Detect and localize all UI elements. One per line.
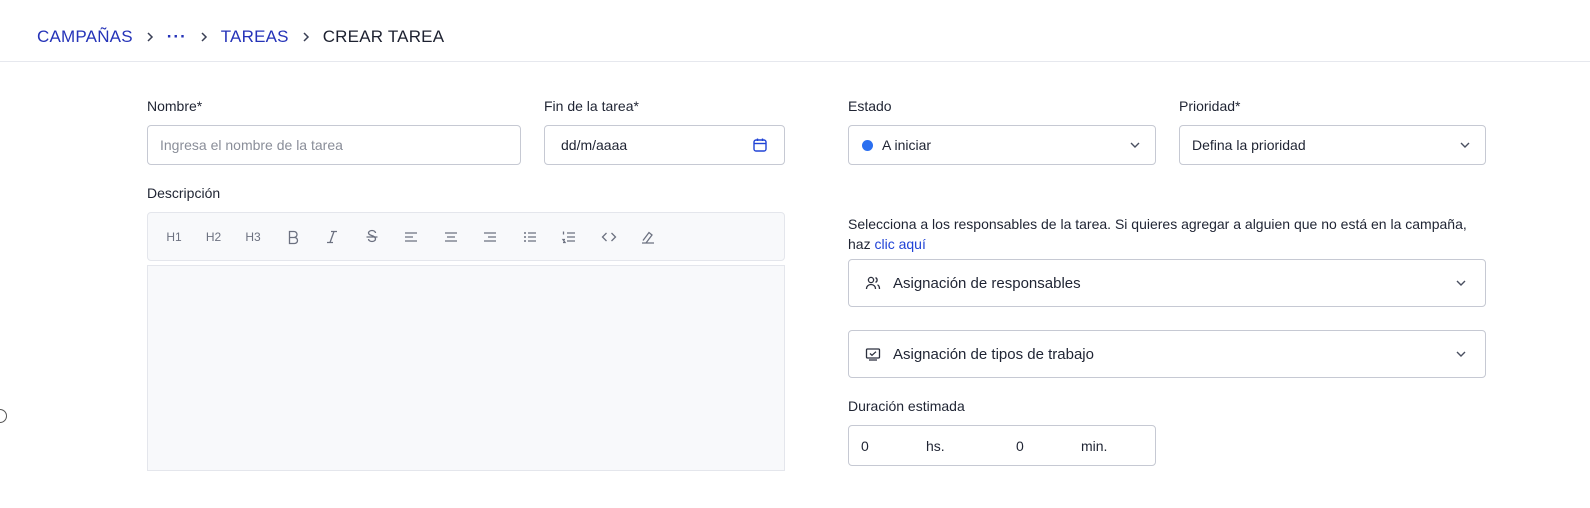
breadcrumb-ellipsis[interactable]: ···	[167, 27, 187, 47]
work-type-icon	[865, 348, 881, 361]
breadcrumb-tasks-link[interactable]: TAREAS	[221, 27, 289, 47]
chevron-down-icon	[1456, 280, 1466, 286]
status-dot-icon	[862, 139, 873, 151]
assign-responsibles-select[interactable]: Asignación de responsables	[848, 259, 1486, 307]
calendar-icon[interactable]	[752, 137, 768, 153]
bullet-list-icon	[523, 231, 536, 242]
ordered-list-button[interactable]	[557, 225, 581, 249]
heading-3-icon: H3	[245, 229, 261, 244]
align-left-button[interactable]	[399, 225, 423, 249]
bold-button[interactable]	[281, 225, 305, 249]
heading-1-icon: H1	[166, 229, 182, 244]
name-field[interactable]	[147, 125, 521, 165]
duration-minutes-input[interactable]: 0	[1016, 438, 1024, 454]
header-divider	[0, 61, 1590, 62]
duration-label: Duración estimada	[848, 398, 965, 414]
heading-1-button[interactable]: H1	[162, 225, 186, 249]
align-left-icon	[405, 231, 417, 242]
priority-label: Prioridad*	[1179, 98, 1241, 114]
status-value: A iniciar	[882, 137, 932, 153]
name-label: Nombre*	[147, 98, 203, 114]
priority-select[interactable]: Defina la prioridad	[1179, 125, 1486, 165]
bullet-list-button[interactable]	[518, 225, 542, 249]
chevron-right-icon	[145, 32, 155, 42]
italic-button[interactable]	[320, 225, 344, 249]
align-right-button[interactable]	[478, 225, 502, 249]
end-date-value: dd/m/aaaa	[561, 137, 628, 153]
breadcrumb-current: CREAR TAREA	[322, 27, 445, 46]
users-icon	[865, 276, 881, 290]
assign-work-types-select[interactable]: Asignación de tipos de trabajo	[848, 330, 1486, 378]
italic-icon	[327, 230, 337, 243]
status-label: Estado	[848, 98, 892, 114]
description-editor[interactable]	[147, 265, 785, 471]
chevron-down-icon	[1130, 142, 1140, 148]
status-select[interactable]: A iniciar	[848, 125, 1156, 165]
duration-minutes-unit: min.	[1081, 438, 1108, 454]
editor-toolbar: H1 H2 H3	[147, 212, 785, 261]
duration-hours-unit: hs.	[926, 438, 945, 454]
heading-2-icon: H2	[205, 229, 222, 244]
name-input[interactable]	[148, 126, 520, 164]
ordered-list-icon	[561, 231, 575, 243]
assign-work-types-label: Asignación de tipos de trabajo	[893, 345, 1094, 363]
clear-format-button[interactable]	[636, 225, 660, 249]
breadcrumb: CAMPAÑAS ··· TAREAS CREAR TAREA	[37, 26, 444, 48]
code-button[interactable]	[597, 225, 621, 249]
breadcrumb-campaigns-link[interactable]: CAMPAÑAS	[37, 27, 133, 47]
bold-icon	[288, 230, 298, 244]
heading-3-button[interactable]: H3	[241, 225, 265, 249]
responsibles-help-text: Selecciona a los responsables de la tare…	[848, 216, 1467, 252]
chevron-down-icon	[1456, 351, 1466, 357]
strikethrough-icon	[366, 229, 377, 242]
end-date-label: Fin de la tarea*	[544, 98, 639, 114]
end-date-field[interactable]: dd/m/aaaa	[544, 125, 785, 165]
duration-field: 0 hs. 0 min.	[848, 425, 1156, 466]
chevron-right-icon	[199, 32, 209, 42]
code-icon	[601, 232, 616, 241]
align-right-icon	[484, 231, 496, 242]
heading-2-button[interactable]: H2	[202, 225, 226, 249]
chevron-down-icon	[1460, 142, 1470, 148]
add-person-link[interactable]: clic aquí	[874, 236, 925, 252]
side-panel-toggle[interactable]	[0, 409, 7, 423]
description-label: Descripción	[147, 185, 221, 201]
strikethrough-button[interactable]	[360, 225, 384, 249]
priority-value: Defina la prioridad	[1192, 137, 1306, 153]
assign-responsibles-label: Asignación de responsables	[893, 274, 1081, 292]
align-center-button[interactable]	[439, 225, 463, 249]
duration-hours-input[interactable]: 0	[861, 438, 869, 454]
chevron-right-icon	[301, 32, 311, 42]
align-center-icon	[444, 231, 457, 242]
eraser-icon	[642, 231, 654, 244]
